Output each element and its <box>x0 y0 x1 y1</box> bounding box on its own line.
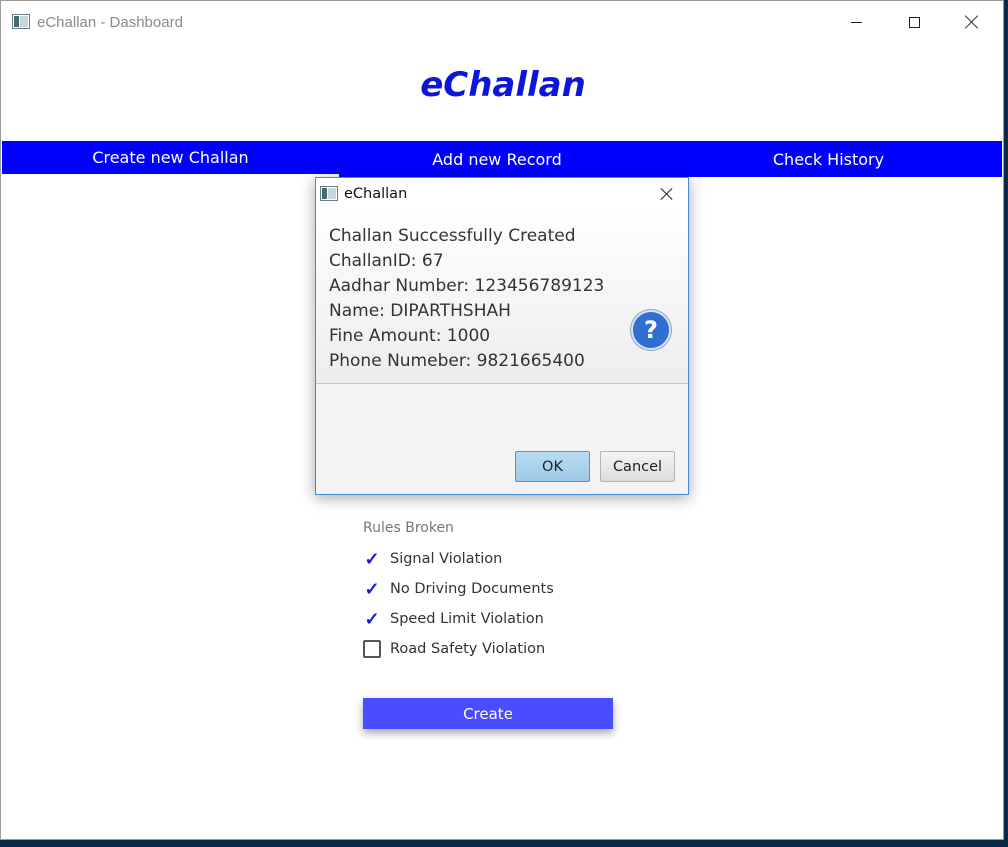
challan-dialog: eChallan Challan Successfully Created Ch… <box>315 177 689 495</box>
close-icon <box>965 15 979 29</box>
close-button[interactable] <box>949 7 995 37</box>
dialog-message-area: Challan Successfully Created ChallanID: … <box>316 209 688 384</box>
nav-create-challan[interactable]: Create new Challan <box>2 141 339 177</box>
rule-road-safety-violation[interactable]: Road Safety Violation <box>363 639 545 659</box>
app-brand-title: eChallan <box>420 65 586 105</box>
message-line: Challan Successfully Created <box>329 226 576 246</box>
app-icon <box>320 186 338 201</box>
rule-signal-violation[interactable]: ✓ Signal Violation <box>363 549 502 569</box>
app-icon <box>12 14 30 29</box>
minimize-button[interactable] <box>833 7 879 37</box>
maximize-button[interactable] <box>891 7 937 37</box>
message-line: ChallanID: 67 <box>329 251 444 271</box>
maximize-icon <box>908 16 920 28</box>
rule-label: Signal Violation <box>390 551 503 567</box>
close-icon <box>660 187 674 201</box>
rule-label: No Driving Documents <box>390 581 554 597</box>
nav-add-record[interactable]: Add new Record <box>339 141 655 177</box>
rule-label: Speed Limit Violation <box>390 611 544 627</box>
window-title: eChallan - Dashboard <box>37 14 183 31</box>
check-icon[interactable]: ✓ <box>363 609 381 629</box>
question-icon: ? <box>631 310 671 350</box>
check-icon[interactable]: ✓ <box>363 579 381 599</box>
message-line: Aadhar Number: 123456789123 <box>329 276 605 296</box>
nav-bar: Create new Challan Add new Record Check … <box>2 141 1002 177</box>
rule-label: Road Safety Violation <box>390 641 546 657</box>
ok-button[interactable]: OK <box>515 451 590 482</box>
rules-broken-label: Rules Broken <box>363 520 454 536</box>
dialog-close-button[interactable] <box>650 182 684 206</box>
dialog-message: Challan Successfully Created ChallanID: … <box>329 224 604 374</box>
unchecked-checkbox[interactable] <box>363 640 381 658</box>
rule-no-driving-documents[interactable]: ✓ No Driving Documents <box>363 579 554 599</box>
message-line: Name: DIPARTHSHAH <box>329 301 511 321</box>
message-line: Fine Amount: 1000 <box>329 326 491 346</box>
dialog-title-bar[interactable]: eChallan <box>316 178 688 209</box>
title-bar[interactable]: eChallan - Dashboard <box>1 1 1003 43</box>
create-button[interactable]: Create <box>363 698 613 729</box>
dialog-title: eChallan <box>344 186 408 202</box>
rule-speed-limit-violation[interactable]: ✓ Speed Limit Violation <box>363 609 544 629</box>
cancel-button[interactable]: Cancel <box>600 451 675 482</box>
minimize-icon <box>850 21 862 23</box>
nav-check-history[interactable]: Check History <box>655 141 1002 177</box>
check-icon[interactable]: ✓ <box>363 549 381 569</box>
message-line: Phone Numeber: 9821665400 <box>329 351 585 371</box>
